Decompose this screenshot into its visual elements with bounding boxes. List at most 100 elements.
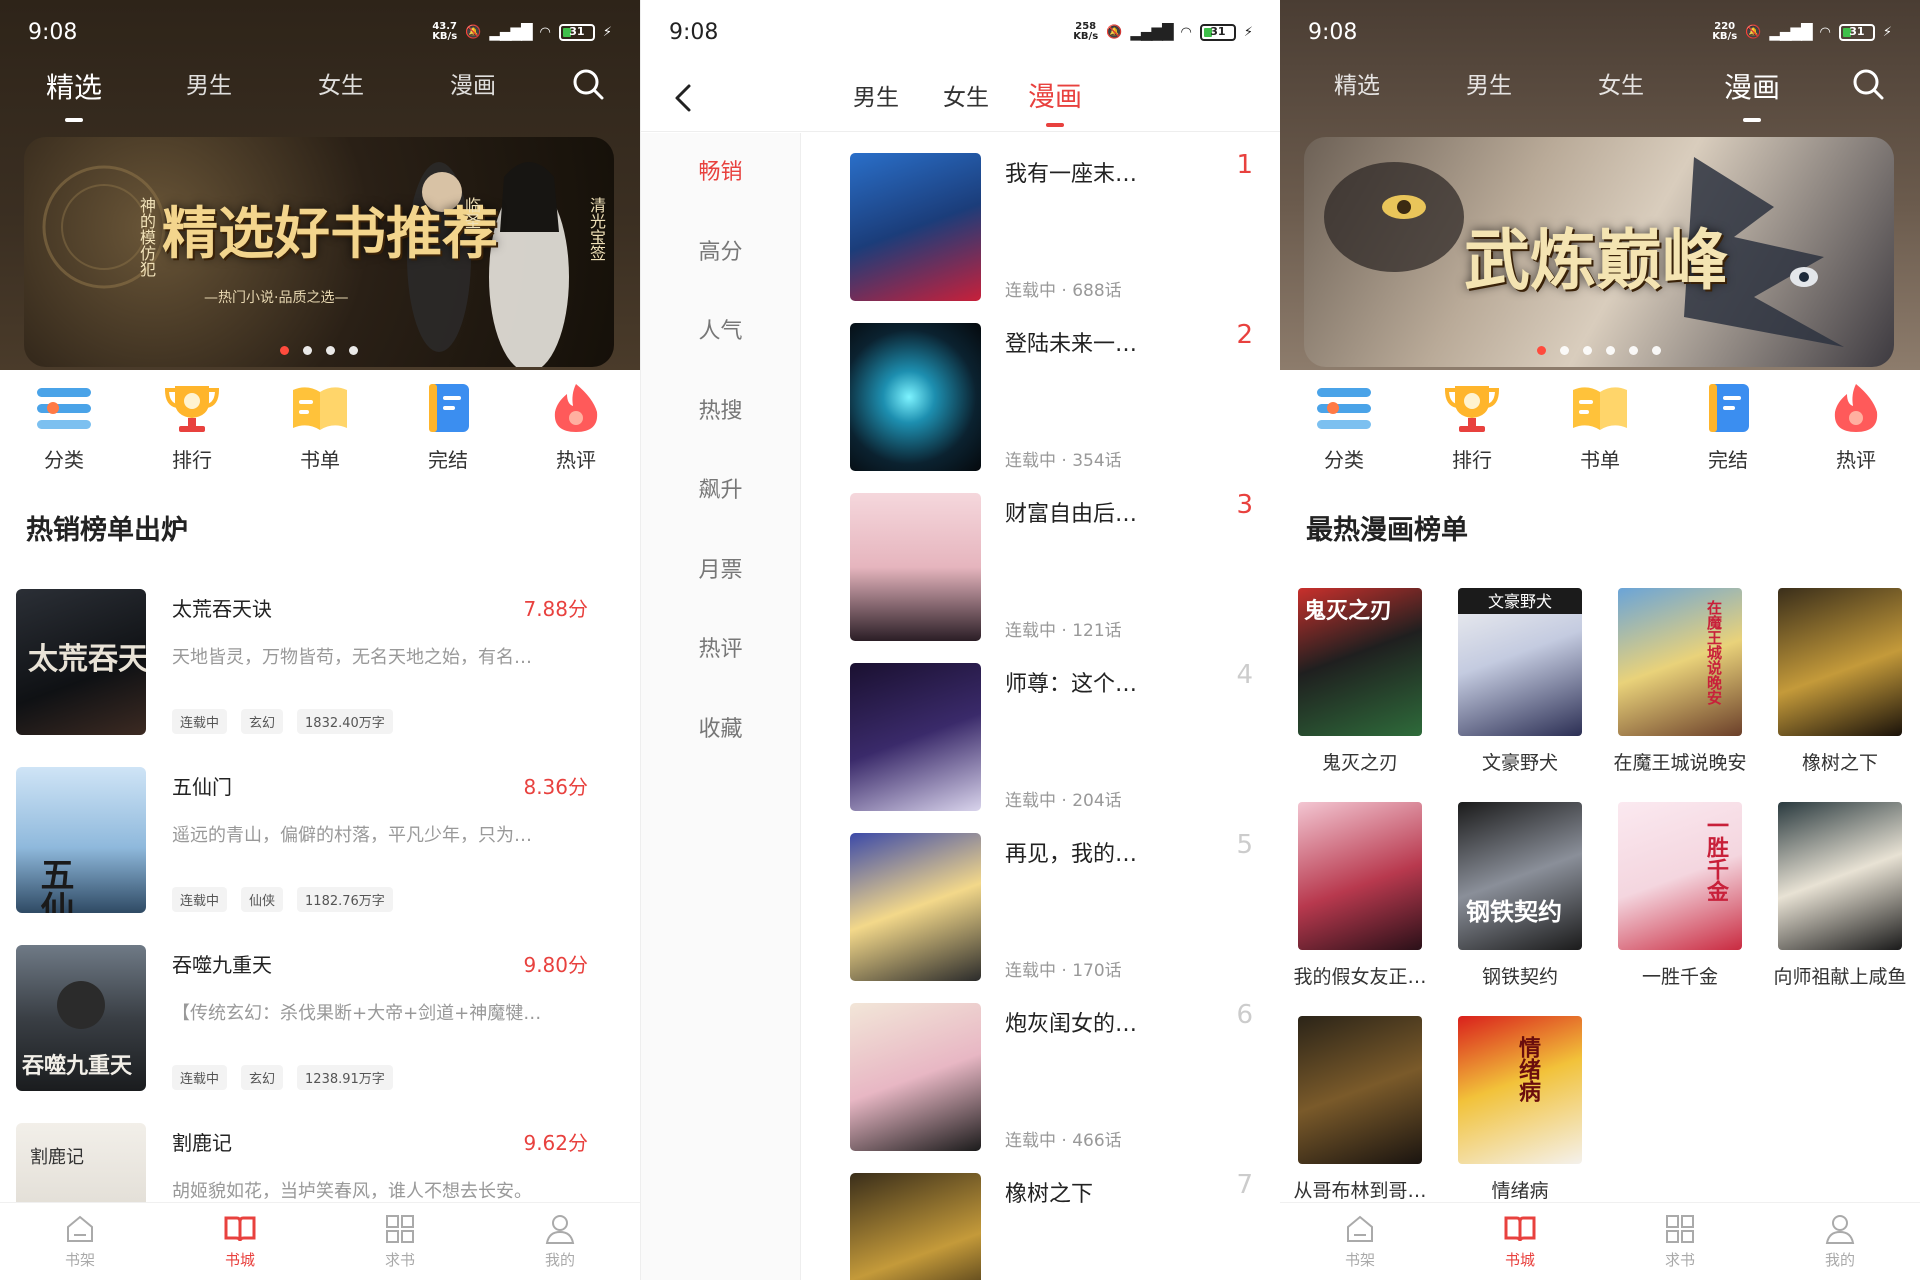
quick-booklist[interactable]: 书单 xyxy=(1536,380,1664,480)
comic-meta: 连载中 · 204话 xyxy=(1005,791,1122,811)
network-speed: 258 KB/s xyxy=(1073,21,1099,42)
status-time: 9:08 xyxy=(1308,20,1358,45)
sidebar-item-popular[interactable]: 人气 xyxy=(641,292,800,372)
quick-finished[interactable]: 完结 xyxy=(384,380,512,480)
banner-dot[interactable] xyxy=(1537,346,1546,355)
comic-meta: 连载中 · 354话 xyxy=(1005,451,1122,471)
tab-male[interactable]: 男生 xyxy=(853,78,899,112)
search-icon[interactable] xyxy=(572,68,604,100)
quick-booklist[interactable]: 书单 xyxy=(256,380,384,480)
comic-card[interactable]: 鬼灭之刃 鬼灭之刃 xyxy=(1280,588,1440,775)
status-icons: 258 KB/s 🔕 ▂▄▆█ ◠ 31 ⚡ xyxy=(1073,22,1253,42)
rank-number: 4 xyxy=(1236,660,1253,690)
banner-dots[interactable] xyxy=(24,346,614,355)
wifi-icon: ◠ xyxy=(539,24,551,40)
status-time: 9:08 xyxy=(669,20,719,45)
tag-status: 连载中 xyxy=(172,709,228,734)
promo-banner[interactable]: 神的模仿犯 精选好书推荐 —热门小说·品质之选— 临圣 清光宝签 xyxy=(24,137,614,367)
comic-card[interactable]: 情绪病 情绪病 xyxy=(1440,1016,1600,1203)
banner-dots[interactable] xyxy=(1304,346,1894,355)
tag-genre: 玄幻 xyxy=(241,709,284,734)
nav-request[interactable]: 求书 xyxy=(320,1203,480,1280)
book-description: 胡姬貌如花，当垆笑春风，谁人不想去长安。 xyxy=(172,1181,532,1202)
quick-finished[interactable]: 完结 xyxy=(1664,380,1792,480)
mute-icon: 🔕 xyxy=(1745,24,1762,40)
nav-bookshelf[interactable]: 书架 xyxy=(1280,1203,1440,1280)
sidebar-item-monthly-ticket[interactable]: 月票 xyxy=(641,531,800,611)
sidebar-item-hot-search[interactable]: 热搜 xyxy=(641,372,800,452)
sidebar-item-hot-reviews[interactable]: 热评 xyxy=(641,610,800,690)
comic-card[interactable]: 钢铁契约 钢铁契约 xyxy=(1440,802,1600,989)
list-item[interactable]: 再见，我的… 5 连载中 · 170话 xyxy=(801,830,1280,1000)
list-item[interactable]: 五仙门 五仙门 8.36分 遥远的青山，偏僻的村落，平凡少年，只为… 连载中 仙… xyxy=(0,763,640,941)
comic-card[interactable]: 在魔王城说晚安 在魔王城说晚安 xyxy=(1600,588,1760,775)
comic-cover xyxy=(850,493,981,641)
comic-meta: 连载中 · 121话 xyxy=(1005,621,1122,641)
signal-icon: ▂▄▆█ xyxy=(1130,23,1173,41)
banner-dot[interactable] xyxy=(280,346,289,355)
tab-male[interactable]: 男生 xyxy=(1466,66,1512,100)
comic-card[interactable]: 向师祖献上咸鱼 xyxy=(1760,802,1920,989)
comic-name: 文豪野犬 xyxy=(1481,752,1558,774)
quick-ranking[interactable]: 排行 xyxy=(1408,380,1536,480)
rank-number: 5 xyxy=(1236,830,1253,860)
tag-wordcount: 1832.40万字 xyxy=(297,709,393,734)
tab-comics[interactable]: 漫画 xyxy=(1724,66,1780,122)
banner-dot[interactable] xyxy=(1583,346,1592,355)
comic-card[interactable]: 一胜千金 一胜千金 xyxy=(1600,802,1760,989)
list-item[interactable]: 炮灰闺女的… 6 连载中 · 466话 xyxy=(801,1000,1280,1170)
tab-female[interactable]: 女生 xyxy=(1598,66,1644,100)
nav-bookshelf[interactable]: 书架 xyxy=(0,1203,160,1280)
status-bar: 9:08 220 KB/s 🔕 ▂▄▆█ ◠ 31 ⚡ xyxy=(1280,0,1920,68)
comic-card[interactable]: 我的假女友正… xyxy=(1280,802,1440,989)
banner-dot[interactable] xyxy=(349,346,358,355)
comic-card[interactable]: 从哥布林到哥… xyxy=(1280,1016,1440,1203)
book-title: 割鹿记 xyxy=(172,1131,232,1155)
quick-ranking[interactable]: 排行 xyxy=(128,380,256,480)
sidebar-item-rising[interactable]: 飙升 xyxy=(641,451,800,531)
comic-card[interactable]: 文豪野犬 文豪野犬 xyxy=(1440,588,1600,775)
banner-dot[interactable] xyxy=(1652,346,1661,355)
quick-category[interactable]: 分类 xyxy=(0,380,128,480)
nav-request[interactable]: 求书 xyxy=(1600,1203,1760,1280)
nav-bookstore[interactable]: 书城 xyxy=(1440,1203,1600,1280)
sidebar-item-favorites[interactable]: 收藏 xyxy=(641,690,800,770)
promo-banner[interactable]: 武炼巅峰 xyxy=(1304,137,1894,367)
comic-name: 一胜千金 xyxy=(1641,966,1718,988)
banner-dot[interactable] xyxy=(1560,346,1569,355)
tab-featured[interactable]: 精选 xyxy=(46,66,102,122)
quick-hot-reviews[interactable]: 热评 xyxy=(1792,380,1920,480)
quick-category[interactable]: 分类 xyxy=(1280,380,1408,480)
list-item[interactable]: 吞噬九重天 吞噬九重天 9.80分 【传统玄幻：杀伐果断+大帝+剑道+神魔犍… … xyxy=(0,941,640,1119)
tab-female[interactable]: 女生 xyxy=(943,78,989,112)
cover-art: 五仙门 xyxy=(34,857,74,913)
nav-profile[interactable]: 我的 xyxy=(480,1203,640,1280)
nav-bookstore[interactable]: 书城 xyxy=(160,1203,320,1280)
banner-dot[interactable] xyxy=(1629,346,1638,355)
banner-dot[interactable] xyxy=(303,346,312,355)
status-icons: 220 KB/s 🔕 ▂▄▆█ ◠ 31 ⚡ xyxy=(1712,22,1892,42)
list-item[interactable]: 太荒吞天诀 太荒吞天诀 7.88分 天地皆灵，万物皆苟，无名天地之始，有名… 连… xyxy=(0,585,640,763)
book-score: 7.88分 xyxy=(523,597,588,621)
tag-genre: 玄幻 xyxy=(241,1065,284,1090)
quick-hot-reviews[interactable]: 热评 xyxy=(512,380,640,480)
banner-side-text-2: 临圣 xyxy=(462,197,481,229)
tab-comics[interactable]: 漫画 xyxy=(450,66,496,100)
list-item[interactable]: 橡树之下 7 xyxy=(801,1170,1280,1280)
sidebar-item-high-score[interactable]: 高分 xyxy=(641,213,800,293)
back-arrow-icon[interactable] xyxy=(669,80,699,116)
nav-profile[interactable]: 我的 xyxy=(1760,1203,1920,1280)
tab-comics[interactable]: 漫画 xyxy=(1028,75,1082,127)
list-item[interactable]: 师尊：这个… 4 连载中 · 204话 xyxy=(801,660,1280,830)
comic-card[interactable]: 橡树之下 xyxy=(1760,588,1920,775)
sidebar-item-bestselling[interactable]: 畅销 xyxy=(641,133,800,213)
tab-featured[interactable]: 精选 xyxy=(1334,66,1380,100)
tab-female[interactable]: 女生 xyxy=(318,66,364,100)
banner-dot[interactable] xyxy=(326,346,335,355)
list-item[interactable]: 我有一座末… 1 连载中 · 688话 xyxy=(801,150,1280,320)
search-icon[interactable] xyxy=(1852,68,1884,100)
list-item[interactable]: 财富自由后… 3 连载中 · 121话 xyxy=(801,490,1280,660)
tab-male[interactable]: 男生 xyxy=(186,66,232,100)
list-item[interactable]: 登陆未来一… 2 连载中 · 354话 xyxy=(801,320,1280,490)
banner-dot[interactable] xyxy=(1606,346,1615,355)
